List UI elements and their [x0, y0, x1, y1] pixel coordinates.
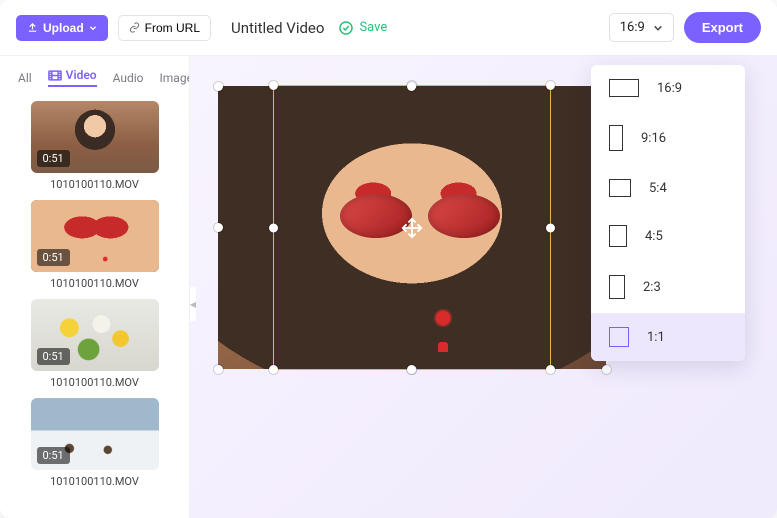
ratio-shape-icon: [609, 79, 639, 97]
sunglass-lens: [340, 194, 412, 238]
canvas-frame[interactable]: [218, 86, 606, 369]
tab-video-label: Video: [66, 68, 97, 82]
ratio-shape-icon: [609, 179, 631, 197]
media-thumbnail[interactable]: 0:51: [31, 200, 159, 272]
frame-handle[interactable]: [602, 365, 611, 374]
from-url-label: From URL: [145, 21, 200, 35]
ratio-option-1-1[interactable]: 1:1: [591, 313, 745, 361]
media-filename: 1010100110.MOV: [50, 376, 139, 389]
media-filename: 1010100110.MOV: [50, 277, 139, 290]
ratio-label: 16:9: [657, 81, 682, 96]
ratio-option-16-9[interactable]: 16:9: [591, 65, 745, 111]
frame-handle[interactable]: [214, 82, 223, 91]
media-filename: 1010100110.MOV: [50, 178, 139, 191]
aspect-ratio-value: 16:9: [620, 20, 645, 35]
chevron-down-icon: [89, 24, 97, 32]
media-filename: 1010100110.MOV: [50, 475, 139, 488]
tab-all[interactable]: All: [18, 68, 32, 87]
upload-button[interactable]: Upload: [16, 15, 108, 41]
ratio-shape-icon: [609, 327, 629, 347]
check-circle-icon: [338, 20, 354, 36]
upload-label: Upload: [43, 21, 84, 35]
ratio-option-2-3[interactable]: 2:3: [591, 261, 745, 313]
upload-icon: [27, 22, 38, 33]
frame-handle[interactable]: [214, 223, 223, 232]
ratio-label: 4:5: [645, 229, 663, 244]
aspect-ratio-select[interactable]: 16:9: [609, 13, 674, 42]
frame-handle[interactable]: [214, 365, 223, 374]
tab-audio[interactable]: Audio: [113, 68, 144, 87]
media-item: 0:51 1010100110.MOV: [14, 398, 175, 494]
media-duration: 0:51: [37, 150, 70, 167]
export-button[interactable]: Export: [684, 12, 761, 43]
media-list: 0:511010100110.MOV0:511010100110.MOV0:51…: [14, 95, 175, 494]
media-duration: 0:51: [37, 348, 70, 365]
media-item: 0:51 1010100110.MOV: [14, 299, 175, 395]
media-panel: All Video Audio Image 0:51 1010100110.MOV…: [0, 56, 190, 518]
link-icon: [129, 22, 140, 33]
canvas-image: [218, 86, 606, 369]
detail: [438, 342, 448, 352]
frame-handle[interactable]: [407, 82, 416, 91]
ratio-option-5-4[interactable]: 5:4: [591, 165, 745, 211]
video-editor-app: Upload From URL Untitled Video Save 16:9…: [0, 0, 777, 518]
media-tabs: All Video Audio Image: [14, 56, 175, 95]
ratio-shape-icon: [609, 275, 625, 299]
panel-collapse-handle[interactable]: ◀: [190, 287, 196, 321]
ratio-option-4-5[interactable]: 4:5: [591, 211, 745, 261]
ratio-label: 5:4: [649, 181, 667, 196]
tab-video[interactable]: Video: [48, 68, 97, 87]
media-item: 0:51 1010100110.MOV: [14, 200, 175, 296]
save-label: Save: [359, 20, 387, 35]
media-duration: 0:51: [37, 447, 70, 464]
from-url-button[interactable]: From URL: [118, 15, 211, 41]
ratio-label: 9:16: [641, 131, 666, 146]
media-duration: 0:51: [37, 249, 70, 266]
media-thumbnail[interactable]: 0:51: [31, 101, 159, 173]
chevron-down-icon: [653, 23, 663, 33]
media-item: 0:51 1010100110.MOV: [14, 101, 175, 197]
title-area: Untitled Video Save: [231, 19, 387, 37]
ratio-label: 2:3: [643, 280, 661, 295]
save-status: Save: [338, 20, 387, 36]
media-thumbnail[interactable]: 0:51: [31, 398, 159, 470]
ratio-shape-icon: [609, 225, 627, 247]
topbar: Upload From URL Untitled Video Save 16:9…: [0, 0, 777, 56]
media-thumbnail[interactable]: 0:51: [31, 299, 159, 371]
ratio-shape-icon: [609, 125, 623, 151]
frame-handle[interactable]: [407, 365, 416, 374]
ratio-option-9-16[interactable]: 9:16: [591, 111, 745, 165]
video-icon: [48, 70, 62, 81]
tab-image[interactable]: Image: [160, 68, 190, 87]
sunglass-lens: [428, 194, 500, 238]
project-title[interactable]: Untitled Video: [231, 19, 324, 37]
aspect-ratio-menu: 16:9 9:16 5:4 4:5 2:3 1:1: [591, 65, 745, 361]
ratio-label: 1:1: [647, 330, 665, 345]
export-label: Export: [702, 20, 743, 35]
